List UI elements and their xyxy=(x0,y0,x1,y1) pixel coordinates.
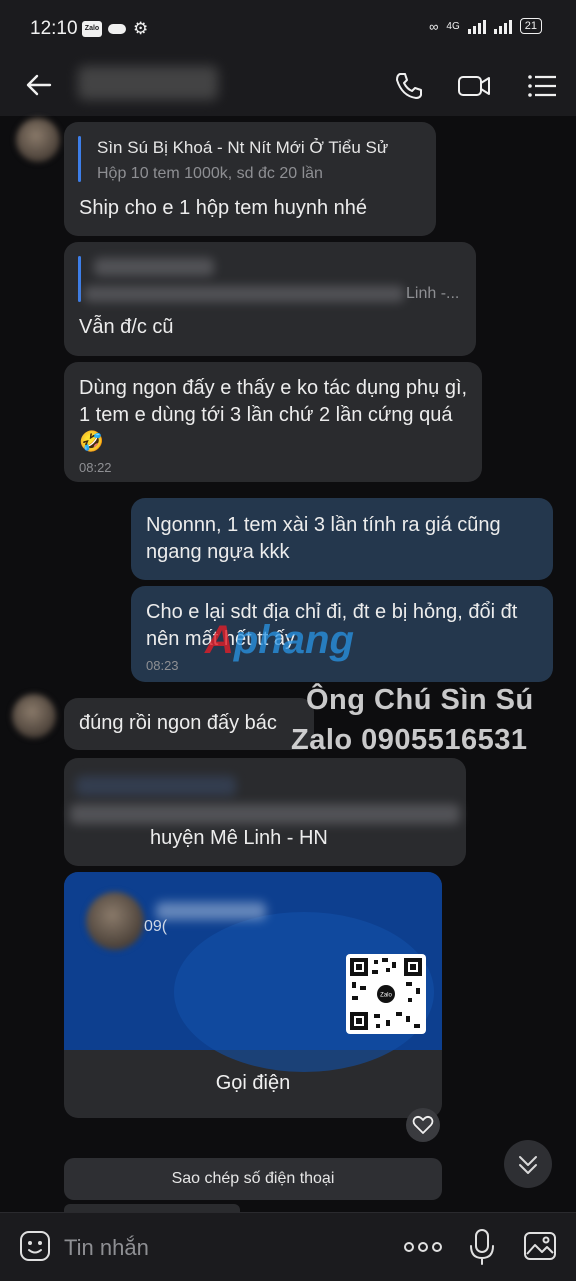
quote-body-blurred xyxy=(84,286,404,302)
message-text: Vẫn đ/c cũ xyxy=(79,316,174,338)
contact-card[interactable]: 09( Zalo Gọi điện xyxy=(64,872,442,1118)
contact-phone-partial: 09( xyxy=(144,918,168,935)
blurred-text xyxy=(76,776,236,796)
message-time: 08:23 xyxy=(146,658,179,673)
watermark-logo: Aphang xyxy=(205,618,354,662)
more-options-icon[interactable] xyxy=(402,1235,444,1259)
quote-bar xyxy=(78,256,81,302)
status-bar: 12:10 Zalo ⚙ ∞ 4G 21 xyxy=(0,0,576,56)
blurred-text xyxy=(70,804,460,824)
reaction-button[interactable] xyxy=(406,1108,440,1142)
video-call-icon[interactable] xyxy=(456,68,492,104)
message-text: đúng rồi ngon đấy bác xyxy=(79,712,277,734)
sender-avatar[interactable] xyxy=(16,118,60,162)
signal-icon-2 xyxy=(493,18,512,34)
sticker-smiley-icon[interactable] xyxy=(18,1229,52,1263)
quote-subtitle: Hộp 10 tem 1000k, sd đc 20 lần xyxy=(97,165,323,182)
message-text: huyện Mê Linh - HN xyxy=(150,827,328,849)
message-bubble[interactable]: Dùng ngon đấy e thấy e ko tác dụng phụ g… xyxy=(64,362,482,482)
my-message-bubble[interactable]: Ngonnn, 1 tem xài 3 lần tính ra giá cũng… xyxy=(131,498,553,580)
message-input[interactable]: Tin nhắn xyxy=(64,1235,149,1261)
status-time: 12:10 xyxy=(30,18,78,39)
battery-indicator: 21 xyxy=(519,18,542,34)
status-right: ∞ 4G 21 xyxy=(429,18,542,34)
zalo-notification-icon: Zalo xyxy=(82,21,102,37)
watermark-line-1: Ông Chú Sìn Sú xyxy=(306,684,534,716)
network-label: 4G xyxy=(446,20,460,32)
phone-icon[interactable] xyxy=(390,68,426,104)
heart-icon xyxy=(412,1115,434,1134)
gear-icon: ⚙ xyxy=(133,19,149,38)
message-text: Ship cho e 1 hộp tem huynh nhé xyxy=(79,197,367,219)
message-bubble[interactable]: Sìn Sú Bị Khoá - Nt Nít Mới Ở Tiểu Sử Hộ… xyxy=(64,122,436,236)
message-bubble[interactable]: Linh -... Vẫn đ/c cũ xyxy=(64,242,476,356)
back-arrow-icon[interactable] xyxy=(24,70,54,100)
quote-title: Sìn Sú Bị Khoá - Nt Nít Mới Ở Tiểu Sử xyxy=(97,138,389,157)
menu-list-icon[interactable] xyxy=(524,68,560,104)
message-text: Ngonnn, 1 tem xài 3 lần tính ra giá cũng… xyxy=(146,514,501,563)
quote-title-blurred xyxy=(94,258,214,276)
image-gallery-icon[interactable] xyxy=(522,1229,558,1263)
watermark-logo-text: phang xyxy=(233,618,354,662)
message-time: 08:22 xyxy=(79,460,112,475)
message-input-bar: Tin nhắn xyxy=(0,1212,576,1281)
double-chevron-down-icon xyxy=(519,1156,537,1174)
hotspot-icon: ∞ xyxy=(429,18,439,34)
cloud-icon xyxy=(108,24,126,34)
contact-name-blurred[interactable] xyxy=(78,66,218,100)
contact-avatar xyxy=(86,892,144,950)
qr-zalo-label: Zalo xyxy=(380,993,392,999)
message-text: Dùng ngon đấy e thấy e ko tác dụng phụ g… xyxy=(79,377,468,453)
microphone-icon[interactable] xyxy=(468,1227,496,1267)
message-bubble[interactable]: đúng rồi ngon đấy bác xyxy=(64,698,314,750)
scroll-to-bottom-button[interactable] xyxy=(504,1140,552,1188)
quote-tail: Linh -... xyxy=(406,285,460,302)
contact-card-header: 09( Zalo xyxy=(64,872,442,1072)
sender-avatar[interactable] xyxy=(12,694,56,738)
call-button[interactable]: Gọi điện xyxy=(64,1050,442,1118)
copy-phone-button[interactable]: Sao chép số điện thoại xyxy=(64,1158,442,1200)
qr-code-icon[interactable]: Zalo xyxy=(346,954,426,1034)
partial-bubble xyxy=(64,1204,240,1212)
signal-icon xyxy=(467,18,486,34)
message-bubble[interactable]: huyện Mê Linh - HN xyxy=(64,758,466,866)
contact-name-blurred xyxy=(156,902,266,920)
quote-bar xyxy=(78,136,81,182)
chat-header xyxy=(0,56,576,116)
watermark-line-2: Zalo 0905516531 xyxy=(291,724,528,756)
